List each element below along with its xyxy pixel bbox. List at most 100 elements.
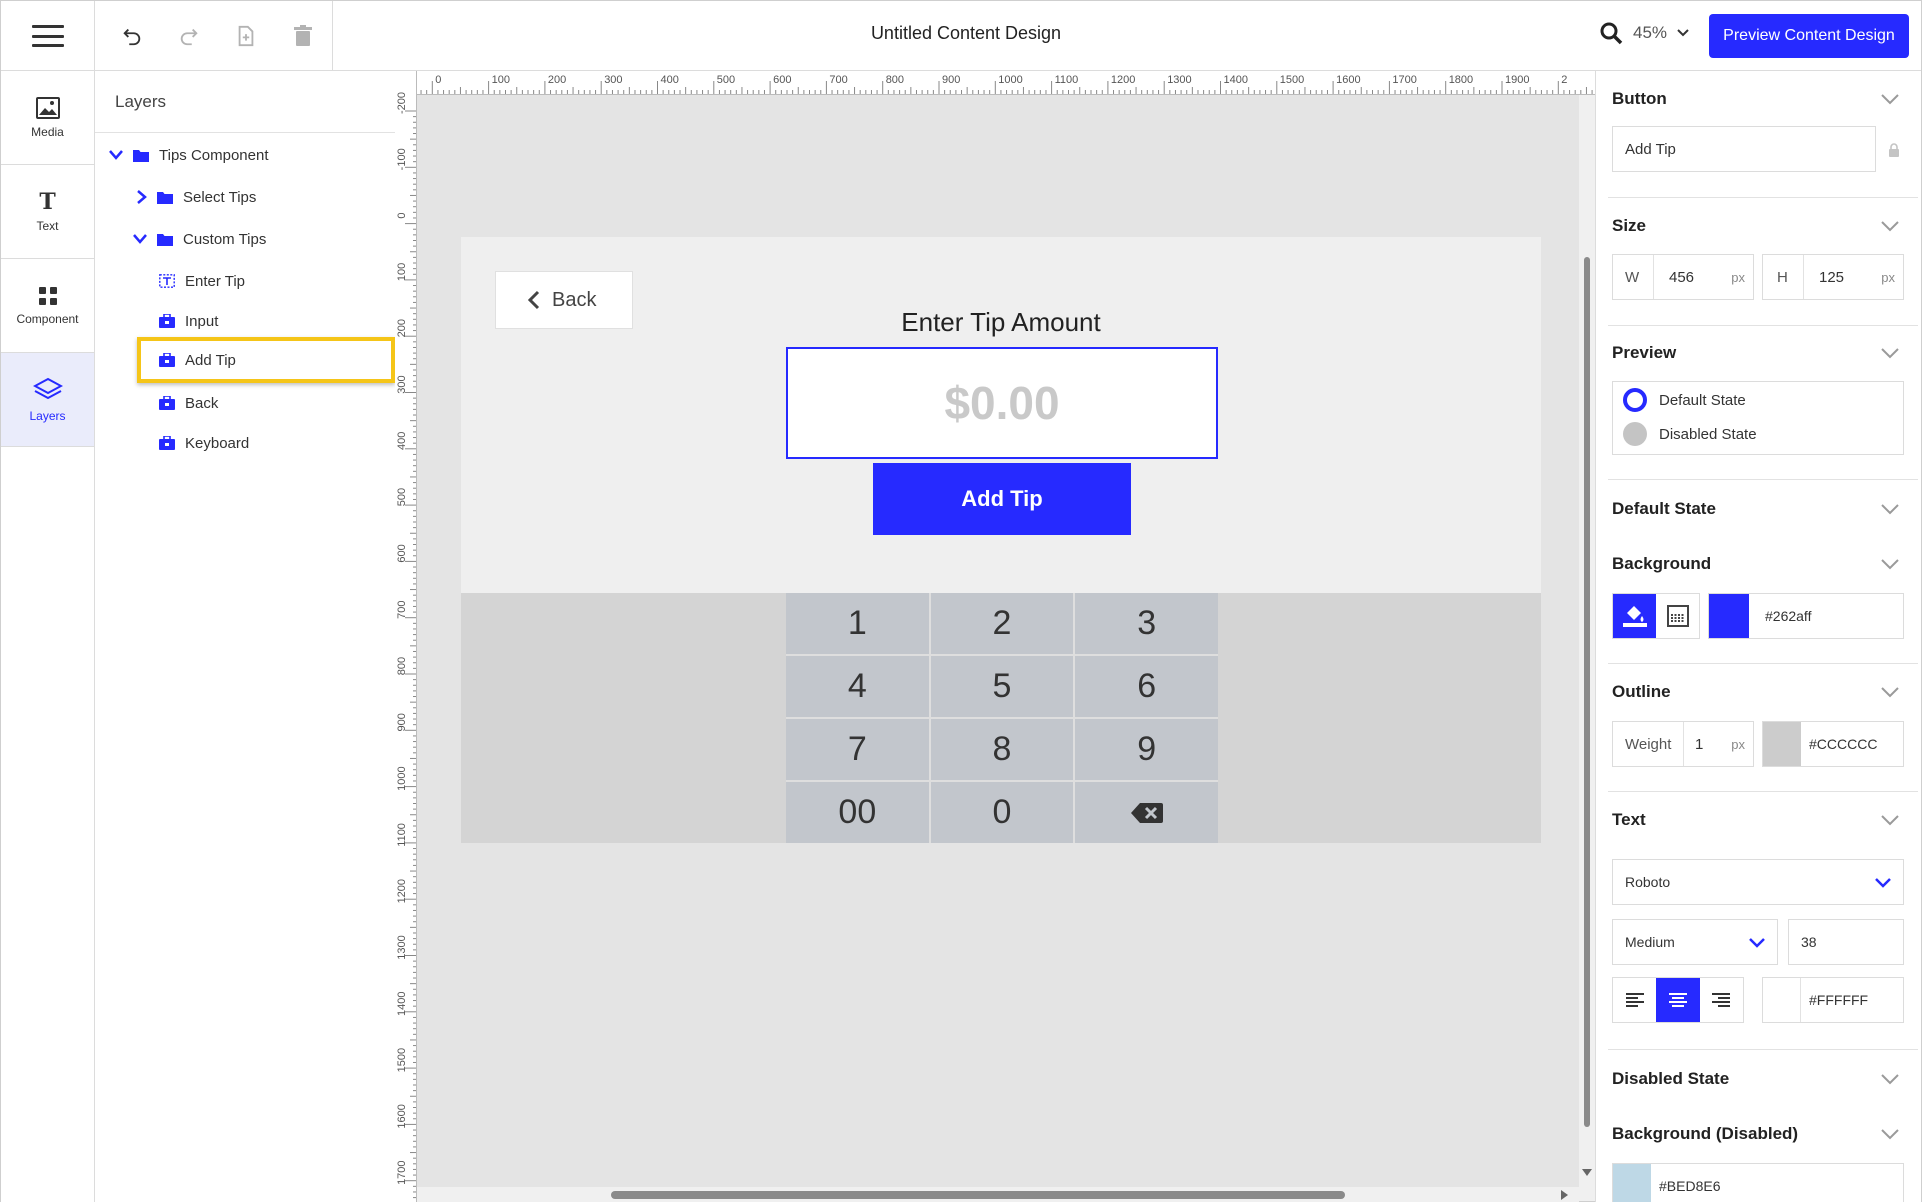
layer-label: Add Tip — [185, 351, 236, 369]
chevron-down-icon[interactable] — [109, 150, 123, 160]
chevron-down-icon[interactable] — [1880, 814, 1900, 826]
rail-item-text[interactable]: T Text — [1, 165, 94, 259]
outline-color-value: #CCCCCC — [1809, 736, 1878, 752]
align-center-button[interactable] — [1656, 978, 1700, 1022]
ruler-label: 900 — [942, 74, 960, 86]
scroll-right-arrow-icon[interactable] — [1561, 1190, 1569, 1200]
text-color-value: #FFFFFF — [1809, 992, 1869, 1008]
align-right-button[interactable] — [1700, 978, 1743, 1022]
key-9[interactable]: 9 — [1075, 719, 1218, 780]
key-7[interactable]: 7 — [786, 719, 929, 780]
key-2[interactable]: 2 — [930, 593, 1074, 654]
key-6[interactable]: 6 — [1075, 656, 1218, 717]
divider — [1608, 663, 1918, 664]
vertical-scrollbar[interactable] — [1579, 95, 1595, 1201]
font-weight-select[interactable]: Medium — [1612, 919, 1778, 965]
layer-select-tips[interactable]: Select Tips — [137, 179, 256, 215]
rail-label-text: Text — [36, 218, 59, 233]
text-color-field[interactable]: #FFFFFF — [1762, 977, 1904, 1023]
ruler-label: 200 — [548, 74, 566, 86]
gradient-fill-button[interactable] — [1656, 594, 1699, 638]
delete-button[interactable] — [284, 17, 322, 55]
key-00[interactable]: 00 — [786, 782, 929, 843]
layer-input[interactable]: Input — [159, 303, 218, 339]
layer-back[interactable]: Back — [159, 385, 218, 421]
layers-icon — [32, 377, 63, 399]
key-3[interactable]: 3 — [1075, 593, 1218, 654]
width-field[interactable]: W 456 px — [1612, 254, 1754, 300]
radio-default-state[interactable] — [1623, 388, 1647, 412]
component-layer-icon — [159, 396, 175, 410]
outline-weight-field[interactable]: Weight 1 px — [1612, 721, 1754, 767]
preview-state-group: Default State Disabled State — [1612, 381, 1904, 455]
horizontal-scrollbar[interactable] — [417, 1187, 1579, 1202]
chevron-down-icon[interactable] — [1880, 686, 1900, 698]
design-workspace[interactable]: Back Enter Tip Amount $0.00 Add Tip 1 2 … — [417, 95, 1579, 1187]
lock-icon[interactable] — [1888, 143, 1900, 158]
background-disabled-swatch[interactable] — [1613, 1164, 1651, 1202]
radio-disabled-state[interactable] — [1623, 422, 1647, 446]
component-layer-icon — [159, 314, 175, 328]
content-designer-app: Untitled Content Design 45% Preview Cont… — [0, 0, 1922, 1202]
align-left-button[interactable] — [1613, 978, 1656, 1022]
main-menu-button[interactable] — [1, 1, 95, 71]
duplicate-button[interactable] — [227, 17, 265, 55]
key-4[interactable]: 4 — [786, 656, 929, 717]
chevron-down-icon[interactable] — [1880, 558, 1900, 570]
chevron-down-icon[interactable] — [1880, 93, 1900, 105]
outline-color-swatch[interactable] — [1763, 722, 1801, 766]
redo-button[interactable] — [170, 17, 208, 55]
height-field[interactable]: H 125 px — [1762, 254, 1904, 300]
divider — [1608, 791, 1918, 792]
chevron-down-icon[interactable] — [1880, 503, 1900, 515]
key-1[interactable]: 1 — [786, 593, 929, 654]
width-label: W — [1625, 268, 1640, 286]
key-0[interactable]: 0 — [930, 782, 1074, 843]
top-bar: Untitled Content Design 45% Preview Cont… — [1, 1, 1921, 71]
tip-amount-input[interactable]: $0.00 — [786, 347, 1218, 459]
rail-item-media[interactable]: Media — [1, 71, 94, 165]
layer-keyboard[interactable]: Keyboard — [159, 425, 249, 461]
outline-color-field[interactable]: #CCCCCC — [1762, 721, 1904, 767]
undo-button[interactable] — [113, 17, 151, 55]
key-8[interactable]: 8 — [930, 719, 1074, 780]
ruler-label: 400 — [396, 432, 408, 450]
layer-enter-tip[interactable]: Enter Tip — [159, 263, 245, 299]
background-disabled-color-field[interactable]: #BED8E6 — [1612, 1163, 1904, 1202]
zoom-control[interactable]: 45% — [1599, 21, 1689, 45]
layer-tips-component[interactable]: Tips Component — [109, 137, 269, 173]
ruler-label: 1000 — [998, 74, 1022, 86]
ruler-label: 500 — [717, 74, 735, 86]
layer-add-tip[interactable]: Add Tip — [137, 337, 395, 383]
vertical-ruler-ticks: -200 -100 0 100 200 300 400 500 600 700 800 900 1000… — [396, 92, 416, 1199]
chevron-down-icon[interactable] — [1880, 1073, 1900, 1085]
font-family-select[interactable]: Roboto — [1612, 859, 1904, 905]
ruler-label: 300 — [396, 375, 408, 393]
chevron-down-icon[interactable] — [133, 234, 147, 244]
solid-fill-button[interactable] — [1613, 594, 1656, 638]
preview-content-design-button[interactable]: Preview Content Design — [1709, 14, 1909, 58]
scroll-down-arrow-icon[interactable] — [1582, 1169, 1592, 1177]
button-name-field[interactable]: Add Tip — [1612, 126, 1876, 172]
design-canvas[interactable]: Back Enter Tip Amount $0.00 Add Tip — [461, 237, 1541, 593]
rail-item-layers[interactable]: Layers — [1, 353, 94, 447]
layer-custom-tips[interactable]: Custom Tips — [133, 221, 266, 257]
add-tip-button[interactable]: Add Tip — [873, 463, 1131, 535]
background-color-field[interactable]: #262aff — [1708, 593, 1904, 639]
undo-icon — [123, 28, 141, 46]
font-size-field[interactable]: 38 — [1788, 919, 1904, 965]
ruler-label: 900 — [396, 713, 408, 731]
horizontal-scroll-thumb[interactable] — [611, 1191, 1345, 1199]
section-title-preview: Preview — [1612, 343, 1677, 362]
chevron-right-icon[interactable] — [137, 190, 147, 204]
vertical-scroll-thumb[interactable] — [1584, 257, 1590, 1127]
key-backspace[interactable] — [1075, 782, 1218, 843]
rail-item-component[interactable]: Component — [1, 259, 94, 353]
text-color-swatch[interactable] — [1763, 978, 1801, 1022]
chevron-down-icon[interactable] — [1880, 1128, 1900, 1140]
ruler-label: -200 — [396, 92, 408, 114]
chevron-down-icon[interactable] — [1880, 220, 1900, 232]
chevron-down-icon[interactable] — [1880, 347, 1900, 359]
key-5[interactable]: 5 — [930, 656, 1074, 717]
background-color-swatch[interactable] — [1709, 594, 1749, 638]
